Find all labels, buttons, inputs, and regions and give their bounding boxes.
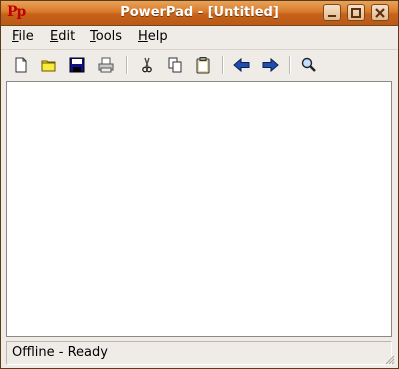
copy-icon xyxy=(168,57,182,73)
save-button[interactable] xyxy=(68,56,86,74)
open-folder-icon xyxy=(41,60,56,72)
menu-edit[interactable]: Edit xyxy=(50,29,75,44)
toolbar xyxy=(1,49,398,80)
menu-file[interactable]: File xyxy=(12,29,34,44)
print-icon xyxy=(98,57,114,73)
paste-icon xyxy=(196,57,210,74)
maximize-icon xyxy=(351,8,361,18)
menu-bar: File Edit Tools Help xyxy=(1,26,398,48)
title-bar[interactable]: Pp PowerPad - [Untitled] xyxy=(1,1,398,26)
app-window: Pp PowerPad - [Untitled] File Edit Tools… xyxy=(0,0,399,369)
maximize-button[interactable] xyxy=(347,4,365,21)
new-button[interactable] xyxy=(12,56,30,74)
text-editor[interactable] xyxy=(6,81,392,337)
cut-icon xyxy=(142,57,152,73)
cut-button[interactable] xyxy=(138,56,156,74)
find-button[interactable] xyxy=(300,56,318,74)
minimize-button[interactable] xyxy=(323,4,341,21)
minimize-icon xyxy=(328,15,336,17)
paste-button[interactable] xyxy=(194,56,212,74)
resize-grip-icon[interactable] xyxy=(385,355,395,365)
copy-button[interactable] xyxy=(166,56,184,74)
save-icon xyxy=(69,57,85,73)
search-icon xyxy=(301,57,316,72)
toolbar-separator xyxy=(222,56,224,74)
status-text: Offline - Ready xyxy=(12,345,108,360)
forward-arrow-icon xyxy=(262,57,279,73)
close-icon xyxy=(375,8,385,18)
status-bar: Offline - Ready xyxy=(6,341,392,365)
forward-button[interactable] xyxy=(261,56,279,74)
menu-help[interactable]: Help xyxy=(138,29,168,44)
print-button[interactable] xyxy=(97,56,115,74)
new-file-icon xyxy=(15,57,27,73)
close-button[interactable] xyxy=(371,4,389,21)
menu-tools[interactable]: Tools xyxy=(90,29,122,44)
toolbar-separator xyxy=(126,56,128,74)
back-button[interactable] xyxy=(233,56,251,74)
toolbar-separator xyxy=(289,56,291,74)
back-arrow-icon xyxy=(233,57,250,73)
open-button[interactable] xyxy=(40,56,58,74)
